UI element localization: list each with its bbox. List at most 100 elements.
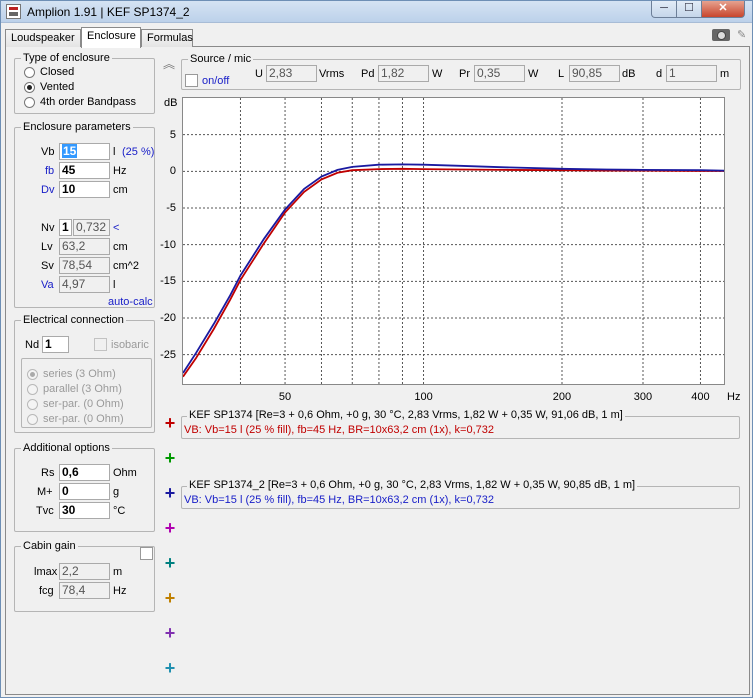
nv-input[interactable]: 1: [59, 219, 72, 236]
radio-vented-label: Vented: [40, 81, 75, 93]
radio-series-label: series (3 Ohm): [43, 368, 116, 380]
add-curve-button[interactable]: +: [163, 519, 177, 537]
source-onoff-checkbox[interactable]: [185, 74, 198, 87]
y-tick-label: -20: [160, 312, 176, 324]
m-label: M+: [37, 486, 53, 498]
radio-ser-par-1-label: ser-par. (0 Ohm): [43, 398, 124, 410]
nv-k-value: 0,732: [73, 219, 110, 236]
radio-ser-par-2[interactable]: [27, 414, 38, 425]
legend-title: KEF SP1374_2 [Re=3 + 0,6 Ohm, +0 g, 30 °…: [187, 479, 638, 492]
window-title: Amplion 1.91 | KEF SP1374_2: [27, 5, 190, 19]
lmax-label: lmax: [34, 566, 58, 578]
u-unit: Vrms: [319, 68, 345, 80]
sv-unit: cm^2: [113, 260, 139, 272]
sv-value: 78,54: [59, 257, 110, 274]
y-tick-label: -5: [166, 202, 176, 214]
pr-unit: W: [528, 68, 539, 80]
m-input[interactable]: 0: [59, 483, 110, 500]
tab-loudspeaker[interactable]: Loudspeaker: [5, 29, 81, 47]
add-curve-button[interactable]: +: [163, 659, 177, 677]
dv-label: Dv: [41, 184, 55, 196]
radio-bandpass[interactable]: [24, 97, 35, 108]
add-curve-button[interactable]: +: [163, 484, 177, 502]
vb-input[interactable]: 15: [59, 143, 110, 160]
minimize-button[interactable]: ─: [651, 1, 677, 18]
dv-unit: cm: [113, 184, 128, 196]
radio-parallel[interactable]: [27, 384, 38, 395]
pd-input[interactable]: 1,82: [378, 65, 429, 82]
radio-series[interactable]: [27, 369, 38, 380]
y-tick-label: -25: [160, 348, 176, 361]
sv-label: Sv: [41, 260, 54, 272]
u-label: U: [255, 68, 263, 80]
u-input[interactable]: 2,83: [266, 65, 317, 82]
pd-unit: W: [432, 68, 443, 80]
pin-icon[interactable]: ✎: [737, 29, 746, 41]
y-axis-label: dB: [164, 97, 178, 109]
camera-icon[interactable]: [712, 29, 730, 41]
radio-ser-par-1[interactable]: [27, 399, 38, 410]
chart-svg: [182, 98, 725, 384]
tab-formulas[interactable]: Formulas: [141, 29, 193, 47]
vb-unit: l: [113, 146, 116, 158]
pr-label: Pr: [459, 68, 470, 80]
d-label: d: [656, 68, 663, 80]
rs-input[interactable]: 0,6: [59, 464, 110, 481]
y-tick-label: 0: [169, 165, 176, 178]
cabin-gain-checkbox[interactable]: [140, 547, 153, 560]
add-curve-button[interactable]: +: [163, 554, 177, 572]
group-title: Type of enclosure: [21, 52, 112, 65]
fcg-label: fcg: [39, 585, 54, 597]
vb-fill-percent: (25 %): [122, 146, 155, 158]
add-curve-button[interactable]: +: [163, 589, 177, 607]
d-input[interactable]: 1: [666, 65, 717, 82]
nv-label: Nv: [41, 222, 55, 234]
group-title: Source / mic: [188, 53, 254, 66]
x-tick-label: 100: [414, 391, 433, 403]
pd-label: Pd: [361, 68, 375, 80]
legend-entry-1[interactable]: KEF SP1374 [Re=3 + 0,6 Ohm, +0 g, 30 °C,…: [181, 409, 740, 439]
x-tick-label: 300: [633, 391, 653, 403]
lmax-unit: m: [113, 566, 123, 578]
y-tick-label: -15: [160, 275, 176, 288]
legend-subtitle: VB: Vb=15 l (25 % fill), fb=45 Hz, BR=10…: [184, 494, 494, 506]
add-curve-button[interactable]: +: [163, 449, 177, 467]
legend-entry-2[interactable]: KEF SP1374_2 [Re=3 + 0,6 Ohm, +0 g, 30 °…: [181, 479, 740, 509]
legend-title: KEF SP1374 [Re=3 + 0,6 Ohm, +0 g, 30 °C,…: [187, 409, 625, 422]
d-unit: m: [720, 68, 730, 80]
collapse-icon[interactable]: ︽: [163, 58, 175, 71]
l-unit: dB: [622, 68, 636, 80]
legend-subtitle: VB: Vb=15 l (25 % fill), fb=45 Hz, BR=10…: [184, 424, 494, 436]
app-icon: [6, 4, 21, 19]
radio-bandpass-label: 4th order Bandpass: [40, 96, 137, 108]
pr-input[interactable]: 0,35: [474, 65, 525, 82]
add-curve-button[interactable]: +: [163, 414, 177, 432]
radio-parallel-label: parallel (3 Ohm): [43, 383, 122, 395]
x-tick-label: 200: [552, 391, 572, 403]
tvc-input[interactable]: 30: [59, 502, 110, 519]
autocalc-link[interactable]: auto-calc: [108, 296, 153, 309]
rs-unit: Ohm: [113, 467, 137, 479]
tvc-unit: °C: [113, 505, 126, 517]
m-unit: g: [113, 486, 120, 498]
radio-closed[interactable]: [24, 67, 35, 78]
x-tick-label: 400: [691, 391, 710, 403]
nv-arrow-button[interactable]: <: [113, 222, 119, 235]
maximize-button[interactable]: ☐: [676, 1, 702, 18]
fcg-unit: Hz: [113, 585, 127, 597]
title-bar: Amplion 1.91 | KEF SP1374_2 ─ ☐ ✕: [1, 1, 752, 23]
fcg-value[interactable]: 78,4: [59, 582, 110, 599]
x-axis-label: Hz: [727, 391, 741, 403]
tab-enclosure[interactable]: Enclosure: [81, 27, 141, 48]
rs-label: Rs: [41, 467, 55, 479]
radio-vented[interactable]: [24, 82, 35, 93]
close-button[interactable]: ✕: [701, 1, 745, 18]
tvc-label: Tvc: [36, 505, 54, 517]
dv-input[interactable]: 10: [59, 181, 110, 198]
x-tick-label: 50: [278, 391, 292, 403]
frequency-response-chart[interactable]: [182, 97, 725, 385]
add-curve-button[interactable]: +: [163, 624, 177, 642]
group-title: Additional options: [21, 442, 112, 455]
lmax-value[interactable]: 2,2: [59, 563, 110, 580]
group-title: Cabin gain: [21, 540, 78, 553]
